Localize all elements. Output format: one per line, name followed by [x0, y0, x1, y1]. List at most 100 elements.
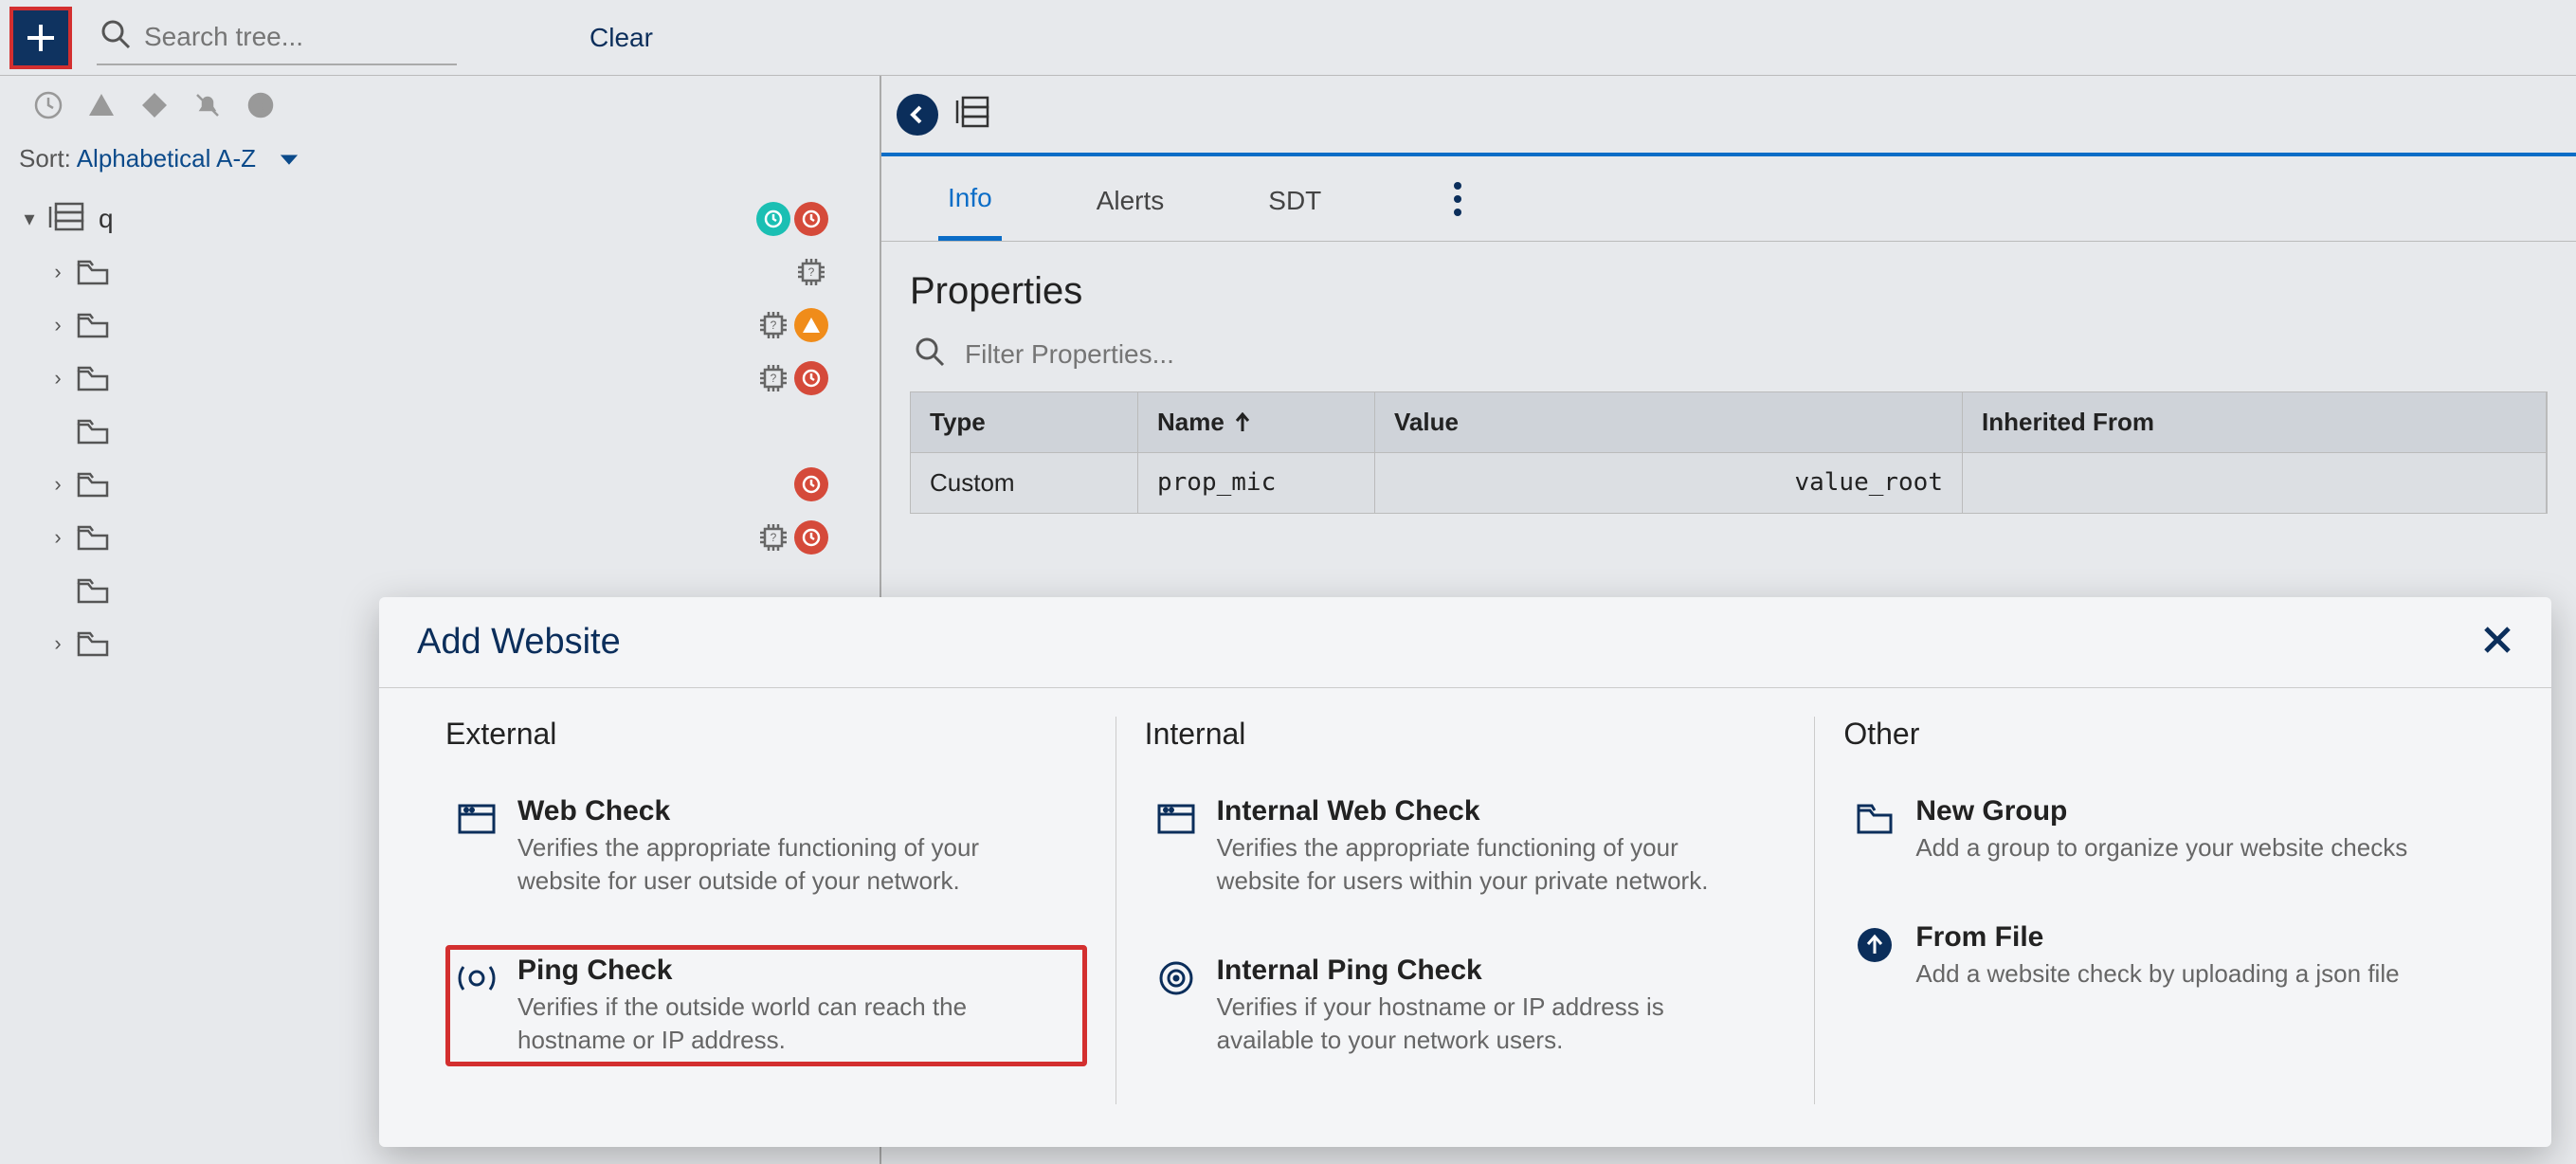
- option-title: Ping Check: [517, 955, 1078, 987]
- sort-asc-icon: [1234, 412, 1251, 433]
- option-title: New Group: [1915, 795, 2426, 828]
- cell-value: value_root: [1375, 453, 1963, 513]
- option-title: Internal Ping Check: [1217, 955, 1777, 987]
- folder-icon: [76, 258, 110, 286]
- option-desc: Verifies if your hostname or IP address …: [1217, 991, 1777, 1057]
- option-desc: Add a website check by uploading a json …: [1915, 957, 2418, 991]
- folder-icon: [76, 629, 110, 658]
- chevron-right-icon: ›: [47, 366, 68, 391]
- option-new-group[interactable]: New Group Add a group to organize your w…: [1843, 786, 2485, 874]
- col-header-inherited[interactable]: Inherited From: [1963, 392, 2547, 452]
- sort-label: Sort:: [19, 144, 71, 173]
- tab-info[interactable]: Info: [938, 156, 1002, 241]
- add-website-modal: Add Website External Web Check Verifies …: [379, 597, 2551, 1147]
- folder-icon: [76, 364, 110, 392]
- folder-icon: [76, 576, 110, 605]
- option-desc: Verifies if the outside world can reach …: [517, 991, 1078, 1057]
- chevron-right-icon: ›: [47, 313, 68, 337]
- tree-item[interactable]: › ?: [19, 511, 866, 564]
- cell-name: prop_mic: [1138, 453, 1375, 513]
- folder-icon: [76, 523, 110, 552]
- status-badge-red: [794, 467, 828, 501]
- tree-item[interactable]: › ?: [19, 299, 866, 352]
- modal-col-other: Other New Group Add a group to organize …: [1814, 717, 2513, 1104]
- server-group-icon: [953, 93, 991, 136]
- internal-heading: Internal: [1145, 717, 1787, 752]
- modal-col-external: External Web Check Verifies the appropri…: [417, 717, 1116, 1104]
- properties-table: Type Name Value Inherited From Custom pr…: [910, 391, 2548, 514]
- option-desc: Add a group to organize your website che…: [1915, 831, 2426, 864]
- chevron-right-icon: ›: [47, 260, 68, 284]
- tree-item[interactable]: [19, 405, 866, 458]
- option-title: Web Check: [517, 795, 1078, 828]
- server-group-icon: [47, 201, 85, 238]
- option-ping-check[interactable]: Ping Check Verifies if the outside world…: [445, 945, 1087, 1066]
- tree-item[interactable]: ›: [19, 458, 866, 511]
- tree-root[interactable]: ▾ q: [19, 192, 866, 246]
- chip-icon: ?: [794, 255, 828, 289]
- other-heading: Other: [1843, 717, 2485, 752]
- cell-type: Custom: [911, 453, 1138, 513]
- table-row[interactable]: Custom prop_mic value_root: [911, 452, 2547, 513]
- chevron-right-icon: ›: [47, 525, 68, 550]
- tree-item[interactable]: › ?: [19, 246, 866, 299]
- browser-icon: [1154, 797, 1198, 841]
- folder-icon: [76, 470, 110, 499]
- option-web-check[interactable]: Web Check Verifies the appropriate funct…: [445, 786, 1087, 907]
- warning-icon[interactable]: [85, 89, 118, 121]
- cell-inherited: [1963, 453, 2547, 513]
- modal-title: Add Website: [417, 622, 621, 663]
- tab-alerts[interactable]: Alerts: [1087, 159, 1174, 239]
- clock-icon[interactable]: [32, 89, 64, 121]
- folder-icon: [76, 417, 110, 446]
- filter-properties-input[interactable]: [965, 339, 1344, 370]
- back-button[interactable]: [897, 94, 938, 136]
- clear-search-link[interactable]: Clear: [590, 23, 653, 53]
- browser-icon: [455, 797, 499, 841]
- chip-icon: ?: [756, 520, 790, 555]
- col-header-value[interactable]: Value: [1375, 392, 1963, 452]
- tab-overflow-menu[interactable]: [1454, 182, 1461, 216]
- search-icon: [100, 19, 131, 54]
- tree-item[interactable]: › ?: [19, 352, 866, 405]
- chevron-right-icon: ›: [47, 631, 68, 656]
- chip-icon: ?: [756, 361, 790, 395]
- svg-text:?: ?: [771, 372, 777, 385]
- search-tree-input[interactable]: [144, 22, 428, 52]
- search-tree-wrap: [97, 9, 457, 65]
- ping-icon: [455, 956, 499, 1000]
- close-button[interactable]: [2481, 624, 2513, 661]
- sort-value: Alphabetical A-Z: [77, 144, 256, 173]
- sort-row[interactable]: Sort: Alphabetical A-Z: [13, 135, 866, 192]
- option-desc: Verifies the appropriate functioning of …: [1217, 831, 1777, 898]
- tab-sdt[interactable]: SDT: [1259, 159, 1331, 239]
- option-desc: Verifies the appropriate functioning of …: [517, 831, 1078, 898]
- target-icon: [1154, 956, 1198, 1000]
- status-badge-teal: [756, 202, 790, 236]
- modal-col-internal: Internal Internal Web Check Verifies the…: [1116, 717, 1815, 1104]
- col-header-type[interactable]: Type: [911, 392, 1138, 452]
- svg-text:?: ?: [771, 531, 777, 544]
- chevron-down-icon: ▾: [19, 207, 40, 231]
- chevron-right-icon: ›: [47, 472, 68, 497]
- search-icon: [914, 336, 946, 373]
- diamond-icon[interactable]: [138, 89, 171, 121]
- option-from-file[interactable]: From File Add a website check by uploadi…: [1843, 912, 2485, 1000]
- tabs: Info Alerts SDT: [881, 153, 2576, 242]
- option-internal-ping-check[interactable]: Internal Ping Check Verifies if your hos…: [1145, 945, 1787, 1066]
- status-badge-red: [794, 520, 828, 555]
- external-heading: External: [445, 717, 1087, 752]
- option-title: Internal Web Check: [1217, 795, 1777, 828]
- col-header-name[interactable]: Name: [1138, 392, 1375, 452]
- moon-icon[interactable]: [245, 89, 277, 121]
- bell-off-icon[interactable]: [191, 89, 224, 121]
- option-internal-web-check[interactable]: Internal Web Check Verifies the appropri…: [1145, 786, 1787, 907]
- status-badge-warning: [794, 308, 828, 342]
- upload-icon: [1853, 923, 1896, 967]
- tree-root-label: q: [99, 204, 114, 234]
- option-title: From File: [1915, 921, 2418, 954]
- status-badge-red: [794, 361, 828, 395]
- status-badge-red: [794, 202, 828, 236]
- add-button[interactable]: [9, 7, 72, 69]
- folder-icon: [76, 311, 110, 339]
